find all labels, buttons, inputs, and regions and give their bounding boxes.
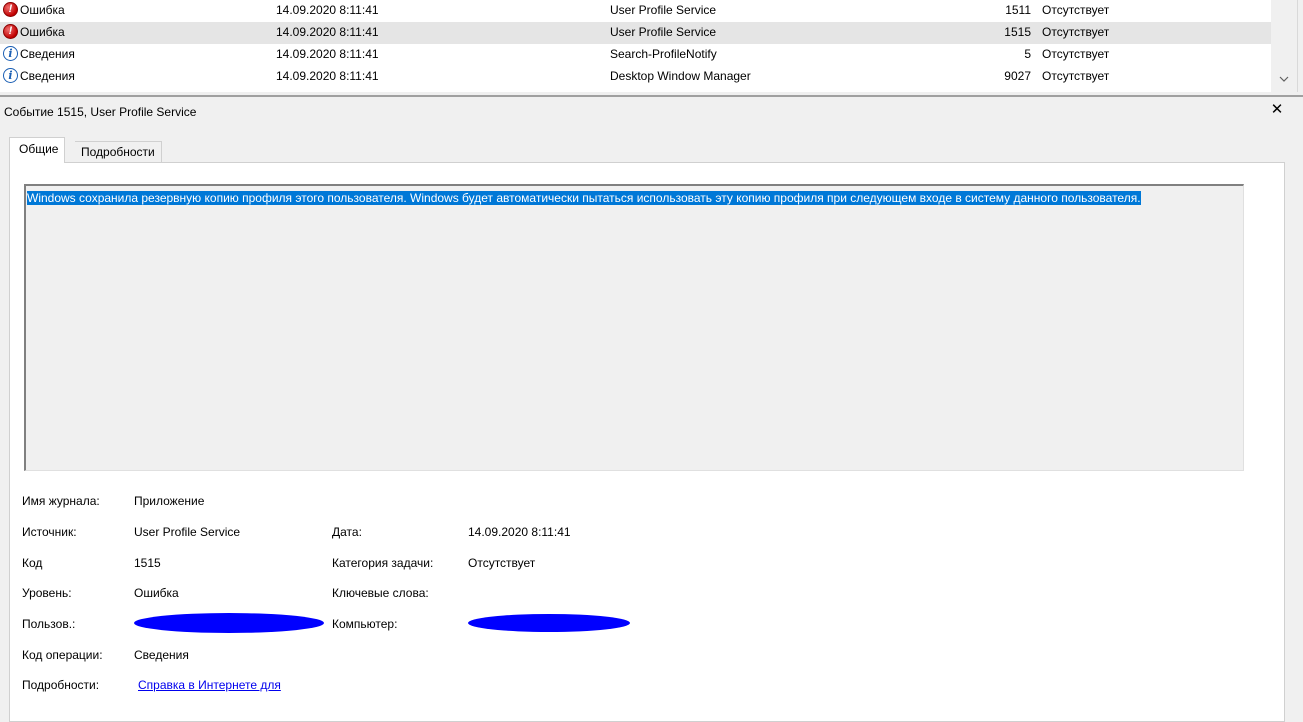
date-label: Дата: xyxy=(332,525,362,539)
level-cell: i Сведения xyxy=(3,68,75,83)
event-row-selected[interactable]: ! Ошибка 14.09.2020 8:11:41 User Profile … xyxy=(0,22,1271,44)
info-icon: i xyxy=(3,68,18,83)
event-list[interactable]: ! Ошибка 14.09.2020 8:11:41 User Profile … xyxy=(0,0,1298,92)
level-cell: ! Ошибка xyxy=(3,24,65,39)
date-cell: 14.09.2020 8:11:41 xyxy=(276,25,379,39)
task-category-cell: Отсутствует xyxy=(1042,3,1110,17)
log-name-value: Приложение xyxy=(134,494,205,508)
event-id-cell: 5 xyxy=(1024,47,1031,61)
event-row[interactable]: i Сведения 14.09.2020 8:11:41 Desktop Win… xyxy=(0,66,1271,88)
opcode-label: Код операции: xyxy=(22,648,103,662)
event-id-cell: 9027 xyxy=(1004,69,1031,83)
scrollbar-track[interactable] xyxy=(1275,0,1293,68)
task-category-cell: Отсутствует xyxy=(1042,47,1110,61)
source-cell: User Profile Service xyxy=(610,25,717,39)
info-icon: i xyxy=(3,46,18,61)
keywords-label: Ключевые слова: xyxy=(332,586,429,600)
more-info-label: Подробности: xyxy=(22,678,100,692)
event-description[interactable]: Windows сохранила резервную копию профил… xyxy=(27,190,1237,207)
event-code-label: Код xyxy=(22,556,43,570)
tab-general[interactable]: Общие xyxy=(9,137,66,163)
tab-details[interactable]: Подробности xyxy=(75,141,162,163)
level-cell: i Сведения xyxy=(3,46,75,61)
event-row[interactable]: i Сведения 14.09.2020 8:11:41 Search-Prof… xyxy=(0,44,1271,66)
computer-label: Компьютер: xyxy=(332,617,398,631)
level-value: Ошибка xyxy=(134,586,179,600)
task-category-cell: Отсутствует xyxy=(1042,69,1110,83)
date-value: 14.09.2020 8:11:41 xyxy=(468,525,571,539)
log-name-label: Имя журнала: xyxy=(22,494,100,508)
source-cell: Search-ProfileNotify xyxy=(610,47,717,61)
date-cell: 14.09.2020 8:11:41 xyxy=(276,3,379,17)
event-code-value: 1515 xyxy=(134,556,161,570)
event-row[interactable]: ! Ошибка 14.09.2020 8:11:41 User Profile … xyxy=(0,0,1271,22)
event-id-cell: 1511 xyxy=(1005,3,1031,17)
error-icon: ! xyxy=(3,24,18,39)
description-box[interactable] xyxy=(24,184,1244,471)
task-category-cell: Отсутствует xyxy=(1042,25,1110,39)
user-label: Пользов.: xyxy=(22,617,76,631)
error-icon: ! xyxy=(3,2,18,17)
chevron-down-icon[interactable] xyxy=(1275,70,1293,88)
opcode-value: Сведения xyxy=(134,648,189,662)
computer-redaction xyxy=(468,614,630,632)
level-cell: ! Ошибка xyxy=(3,2,65,17)
online-help-link[interactable]: Справка в Интернете для xyxy=(138,678,281,692)
event-id-cell: 1515 xyxy=(1004,25,1031,39)
source-label: Источник: xyxy=(22,525,77,539)
level-label: Уровень: xyxy=(22,586,72,600)
date-cell: 14.09.2020 8:11:41 xyxy=(276,69,379,83)
source-cell: User Profile Service xyxy=(610,3,717,17)
event-details-title: Событие 1515, User Profile Service xyxy=(4,105,197,119)
user-redaction xyxy=(134,613,324,633)
description-selected-text: Windows сохранила резервную копию профил… xyxy=(27,191,1141,205)
task-category-value: Отсутствует xyxy=(468,556,536,570)
source-cell: Desktop Window Manager xyxy=(610,69,751,83)
vertical-scrollbar[interactable] xyxy=(1271,0,1297,92)
task-category-label: Категория задачи: xyxy=(332,556,434,570)
pane-splitter[interactable] xyxy=(0,95,1303,97)
source-value: User Profile Service xyxy=(134,525,241,539)
date-cell: 14.09.2020 8:11:41 xyxy=(276,47,379,61)
close-icon[interactable]: ✕ xyxy=(1270,102,1284,118)
